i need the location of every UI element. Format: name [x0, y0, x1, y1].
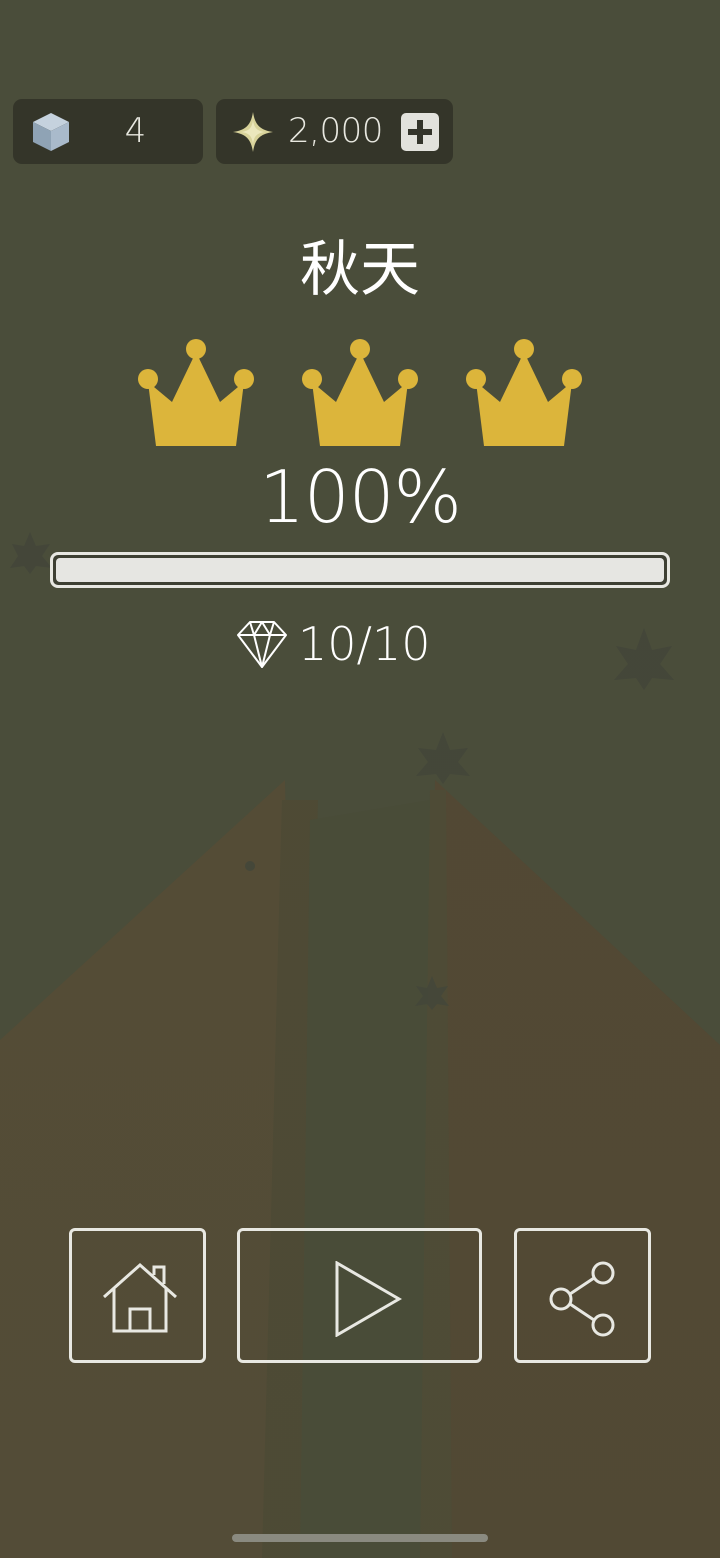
add-currency-button[interactable]: [401, 113, 439, 151]
cube-icon: [33, 113, 69, 151]
crown-icon: [302, 339, 418, 446]
home-button[interactable]: [69, 1228, 206, 1363]
home-icon: [103, 1262, 177, 1333]
game-result-screen: 4 2,000 秋天 100% 10/10: [0, 0, 720, 1558]
play-button[interactable]: [237, 1228, 482, 1363]
progress-bar: [50, 552, 670, 588]
sparkle-star-icon: [233, 112, 273, 152]
progress-fill: [56, 558, 664, 582]
crown-icon: [138, 339, 254, 446]
cube-counter: 4: [13, 99, 203, 164]
share-icon: [549, 1261, 615, 1337]
diamond-icon: [237, 621, 287, 668]
level-title: 秋天: [300, 235, 420, 305]
currency-amount: 2,000: [288, 111, 383, 151]
play-icon: [335, 1261, 402, 1337]
completion-percent: 100%: [259, 455, 462, 539]
crown-icon: [466, 339, 582, 446]
currency-counter: 2,000: [216, 99, 453, 164]
plus-icon: [408, 120, 432, 144]
cube-count: 4: [124, 111, 147, 151]
home-indicator-bar[interactable]: [232, 1534, 488, 1542]
diamond-count: 10/10: [298, 617, 431, 671]
share-button[interactable]: [514, 1228, 651, 1363]
